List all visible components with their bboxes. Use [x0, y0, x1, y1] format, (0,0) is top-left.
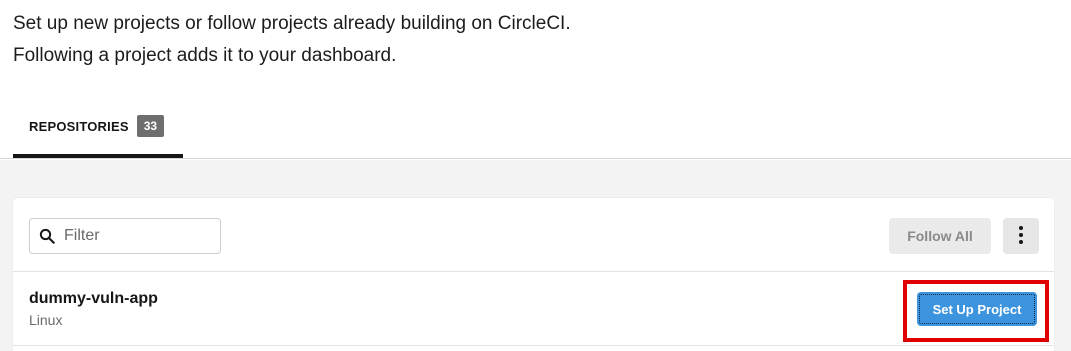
set-up-project-button[interactable]: Set Up Project	[917, 292, 1037, 326]
project-name: dummy-vuln-app	[29, 290, 158, 307]
projects-card: Follow All dummy-vuln-app Linux Set Up P…	[13, 198, 1054, 351]
vertical-ellipsis-icon	[1018, 225, 1024, 248]
intro-text: Set up new projects or follow projects a…	[13, 8, 571, 72]
filter-input[interactable]	[64, 221, 214, 251]
follow-all-button[interactable]: Follow All	[889, 218, 991, 254]
projects-page: Set up new projects or follow projects a…	[0, 0, 1071, 351]
search-icon	[30, 219, 64, 253]
projects-toolbar: Follow All	[13, 198, 1054, 272]
intro-line-2: Following a project adds it to your dash…	[13, 45, 397, 66]
intro-line-1: Set up new projects or follow projects a…	[13, 13, 571, 34]
tab-repositories-label: REPOSITORIES	[29, 118, 129, 134]
repositories-count-badge: 33	[136, 115, 165, 137]
tab-repositories[interactable]: REPOSITORIES 33	[13, 98, 183, 158]
tabs-bar: REPOSITORIES 33	[0, 98, 1071, 159]
project-os: Linux	[29, 312, 63, 328]
project-row: dummy-vuln-app Linux Set Up Project	[13, 272, 1054, 346]
filter-field[interactable]	[29, 218, 221, 254]
more-options-button[interactable]	[1003, 218, 1039, 254]
